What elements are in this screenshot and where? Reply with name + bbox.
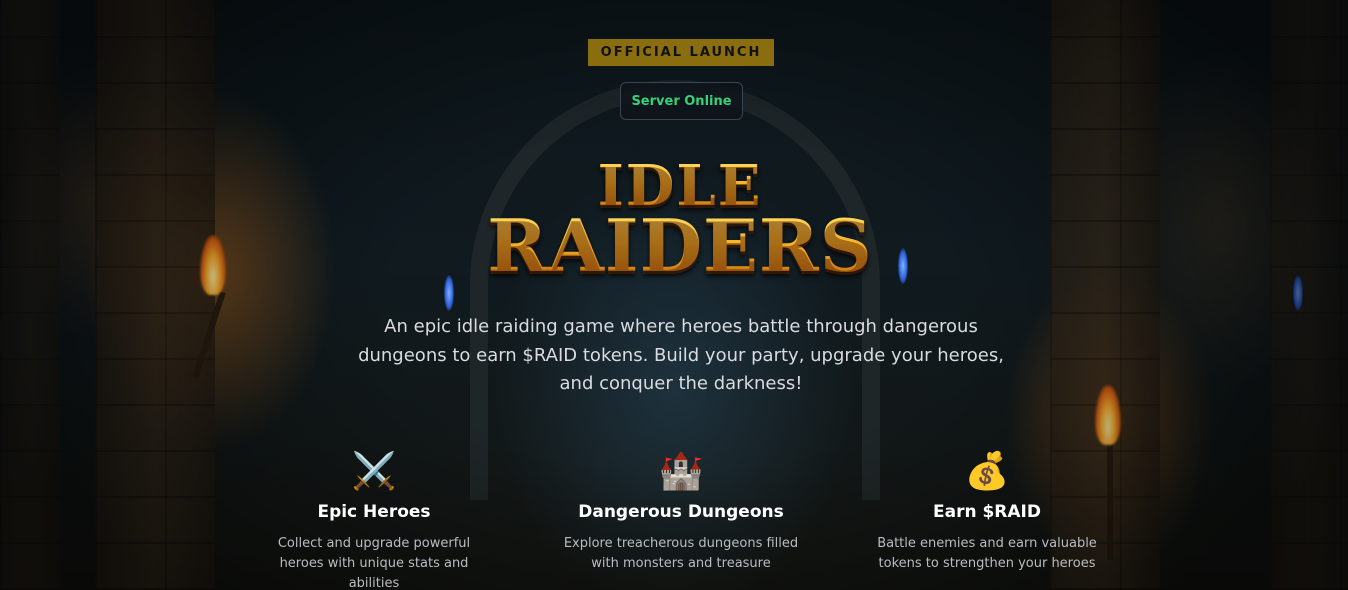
feature-title: Epic Heroes [317,502,431,522]
money-bag-icon: 💰 [964,451,1010,492]
feature-epic-heroes: ⚔️ Epic Heroes Collect and upgrade power… [234,450,514,590]
feature-title: Dangerous Dungeons [578,502,784,522]
crossed-swords-icon: ⚔️ [351,451,397,492]
feature-earn-raid: 💰 Earn $RAID Battle enemies and earn val… [847,450,1127,574]
feature-title: Earn $RAID [932,502,1041,522]
feature-description: Collect and upgrade powerful heroes with… [277,536,471,590]
castle-icon: 🏰 [658,451,704,492]
hero-section: OFFICIAL LAUNCH Server Online IDLE RAIDE… [0,0,1348,590]
official-launch-badge: OFFICIAL LAUNCH [588,39,774,66]
feature-dangerous-dungeons: 🏰 Dangerous Dungeons Explore treacherous… [541,450,821,574]
game-logo: IDLE RAIDERS [480,158,880,282]
feature-list: ⚔️ Epic Heroes Collect and upgrade power… [0,450,1348,590]
feature-description: Explore treacherous dungeons filled with… [563,536,799,571]
logo-line-raiders: RAIDERS [480,210,880,282]
feature-description: Battle enemies and earn valuable tokens … [877,536,1097,571]
server-status-indicator: Server Online [620,82,743,120]
game-tagline: An epic idle raiding game where heroes b… [358,316,1004,394]
